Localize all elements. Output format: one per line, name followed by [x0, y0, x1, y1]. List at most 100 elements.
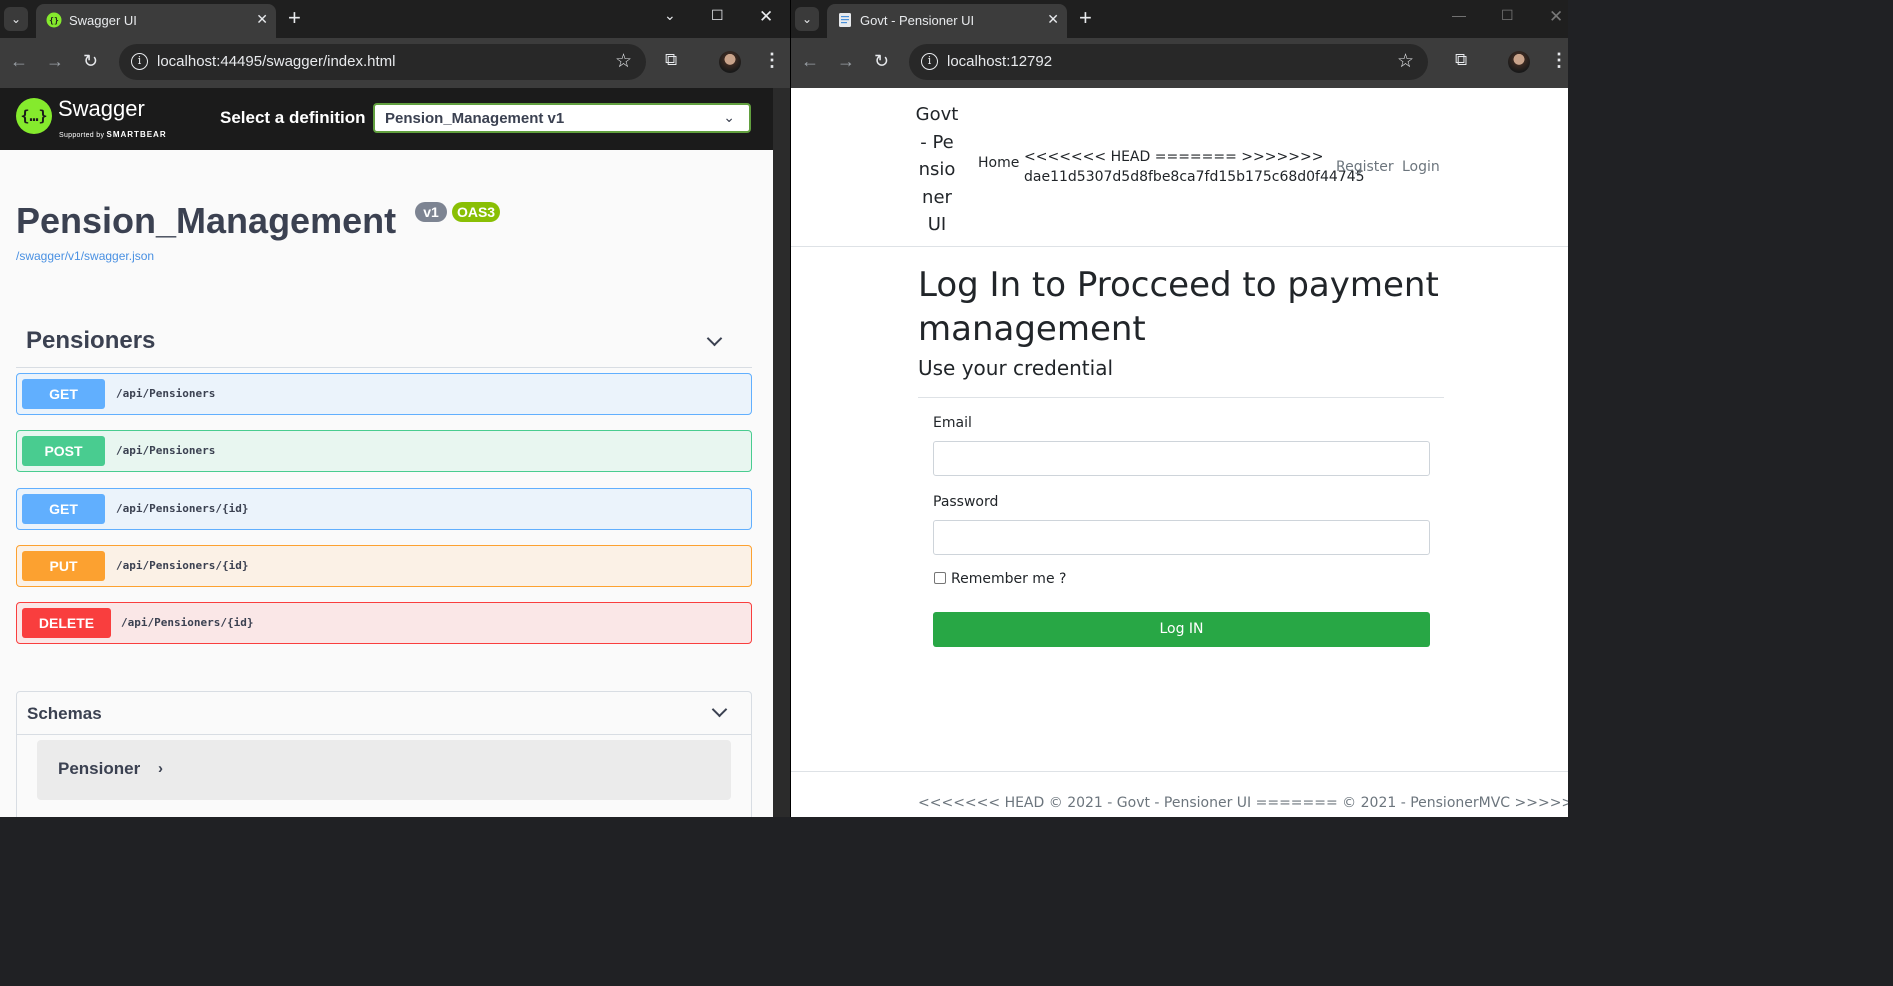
email-label: Email	[933, 415, 972, 431]
profile-avatar[interactable]	[1508, 51, 1530, 73]
footer-divider	[791, 771, 1568, 772]
extensions-icon[interactable]: ⧉	[1455, 50, 1467, 70]
back-icon[interactable]: ←	[10, 51, 28, 72]
browser-window-swagger: ⌄ {} Swagger UI ✕ + ⌄ ☐ ✕ ← → ↻ i localh…	[0, 0, 790, 817]
operation-path: /api/Pensioners	[116, 387, 216, 400]
nav-link-register[interactable]: Register	[1336, 159, 1394, 175]
tab-strip: ⌄ {} Swagger UI ✕ + ⌄ ☐ ✕	[0, 0, 790, 38]
merge-line: dae11d5307d5d8fbe8ca7fd15b175c68d0f44745	[1024, 169, 1365, 185]
address-url: localhost:12792	[947, 53, 1053, 70]
swagger-json-link[interactable]: /swagger/v1/swagger.json	[16, 249, 154, 263]
address-bar[interactable]: i localhost:44495/swagger/index.html ☆	[119, 44, 646, 80]
browser-menu-icon[interactable]: ⋮	[763, 50, 781, 71]
remember-me-label[interactable]: Remember me ?	[951, 571, 1066, 587]
navbar-brand[interactable]: Govt - Pe nsio ner UI	[915, 101, 959, 239]
operation-post-pensioners[interactable]: POST /api/Pensioners	[16, 430, 752, 472]
method-badge: GET	[22, 379, 105, 409]
browser-toolbar: ← → ↻ i localhost:12792 ☆ ⧉ ⋮	[791, 38, 1568, 88]
browser-menu-icon[interactable]: ⋮	[1550, 50, 1568, 71]
forward-icon[interactable]: →	[46, 51, 64, 72]
swagger-topbar: {…} Swagger Supported by SMARTBEAR Selec…	[0, 88, 773, 150]
profile-avatar[interactable]	[719, 51, 741, 73]
address-bar[interactable]: i localhost:12792 ☆	[909, 44, 1428, 80]
swagger-logo-icon[interactable]: {…}	[16, 98, 52, 134]
bookmark-star-icon[interactable]: ☆	[615, 50, 632, 73]
tab-swagger-ui[interactable]: {} Swagger UI ✕	[36, 4, 276, 38]
close-window-icon[interactable]: ✕	[1549, 7, 1563, 27]
site-info-icon[interactable]: i	[131, 53, 148, 70]
schema-name: Pensioner	[58, 759, 141, 778]
tag-section-pensioners[interactable]: Pensioners	[16, 323, 752, 368]
swagger-page: {…} Swagger Supported by SMARTBEAR Selec…	[0, 88, 773, 817]
forward-icon[interactable]: →	[837, 51, 855, 72]
schema-pensioner[interactable]: Pensioner ›	[37, 740, 731, 800]
tab-search-dropdown[interactable]: ⌄	[795, 7, 819, 31]
minimize-window-icon[interactable]: ⌄	[664, 7, 676, 24]
brand-sub-company: SMARTBEAR	[106, 130, 167, 139]
brand-sub-prefix: Supported by	[59, 132, 105, 139]
new-tab-button[interactable]: +	[288, 6, 301, 30]
new-tab-button[interactable]: +	[1079, 6, 1092, 30]
definition-select[interactable]: Pension_Management v1 ⌄	[373, 103, 751, 133]
page-favicon-icon	[839, 13, 851, 27]
back-icon[interactable]: ←	[801, 51, 819, 72]
page-heading: Log In to Procceed to payment management	[918, 265, 1439, 349]
brand-line: ner	[922, 186, 952, 208]
reload-icon[interactable]: ↻	[83, 51, 98, 72]
schemas-section: Schemas Pensioner ›	[16, 691, 752, 817]
tab-pensioner-ui[interactable]: Govt - Pensioner UI ✕	[827, 4, 1067, 38]
brand-line: UI	[927, 214, 947, 235]
nav-link-login[interactable]: Login	[1402, 159, 1440, 175]
version-badge: v1	[415, 202, 447, 222]
swagger-brand[interactable]: Swagger	[58, 96, 145, 122]
email-field[interactable]	[933, 441, 1430, 476]
divider	[17, 734, 751, 735]
tab-title: Govt - Pensioner UI	[860, 13, 975, 28]
method-badge: PUT	[22, 551, 105, 581]
navbar-divider	[791, 246, 1568, 247]
tag-title: Pensioners	[26, 327, 156, 354]
method-badge: DELETE	[22, 608, 111, 638]
api-title: Pension_Management	[16, 200, 397, 241]
nav-link-home[interactable]: Home	[978, 155, 1019, 171]
brand-line: nsio	[918, 159, 956, 180]
brand-line: Govt	[915, 104, 959, 125]
scrollbar[interactable]	[773, 88, 790, 817]
maximize-window-icon[interactable]: ☐	[1501, 7, 1514, 24]
maximize-window-icon[interactable]: ☐	[711, 7, 724, 24]
chevron-down-icon: ⌄	[723, 109, 735, 125]
chevron-down-icon[interactable]	[711, 701, 728, 718]
password-field[interactable]	[933, 520, 1430, 555]
tab-search-dropdown[interactable]: ⌄	[4, 7, 28, 31]
bookmark-star-icon[interactable]: ☆	[1397, 50, 1414, 73]
form-divider	[918, 397, 1444, 398]
operation-delete-pensioner[interactable]: DELETE /api/Pensioners/{id}	[16, 602, 752, 644]
schemas-header[interactable]: Schemas	[27, 704, 102, 724]
close-tab-icon[interactable]: ✕	[1047, 11, 1059, 28]
operation-path: /api/Pensioners	[116, 444, 216, 457]
operation-path: /api/Pensioners/{id}	[116, 502, 249, 515]
definition-select-value: Pension_Management v1	[385, 110, 565, 127]
operation-get-pensioner-by-id[interactable]: GET /api/Pensioners/{id}	[16, 488, 752, 530]
svg-text:{}: {}	[49, 16, 59, 25]
chevron-down-icon[interactable]	[706, 330, 723, 347]
close-tab-icon[interactable]: ✕	[256, 11, 268, 28]
pensioner-app-page: Govt - Pe nsio ner UI Home <<<<<<< HEAD …	[791, 88, 1568, 817]
operation-get-pensioners[interactable]: GET /api/Pensioners	[16, 373, 752, 415]
brand-line: - Pe	[920, 131, 954, 153]
remember-me-checkbox[interactable]	[934, 572, 946, 584]
close-window-icon[interactable]: ✕	[759, 7, 773, 27]
swagger-favicon-icon: {}	[46, 12, 62, 28]
tab-title: Swagger UI	[69, 13, 137, 28]
operation-path: /api/Pensioners/{id}	[116, 559, 249, 572]
operation-put-pensioner[interactable]: PUT /api/Pensioners/{id}	[16, 545, 752, 587]
select-definition-label: Select a definition	[220, 108, 366, 127]
site-info-icon[interactable]: i	[921, 53, 938, 70]
extensions-icon[interactable]: ⧉	[665, 50, 677, 70]
minimize-window-icon[interactable]: ―	[1452, 7, 1466, 23]
address-url: localhost:44495/swagger/index.html	[157, 53, 396, 70]
browser-window-pensioner-ui: ⌄ Govt - Pensioner UI ✕ + ― ☐ ✕ ← → ↻ i …	[790, 0, 1568, 817]
reload-icon[interactable]: ↻	[874, 51, 889, 72]
login-button[interactable]: Log IN	[933, 612, 1430, 647]
password-label: Password	[933, 494, 999, 510]
